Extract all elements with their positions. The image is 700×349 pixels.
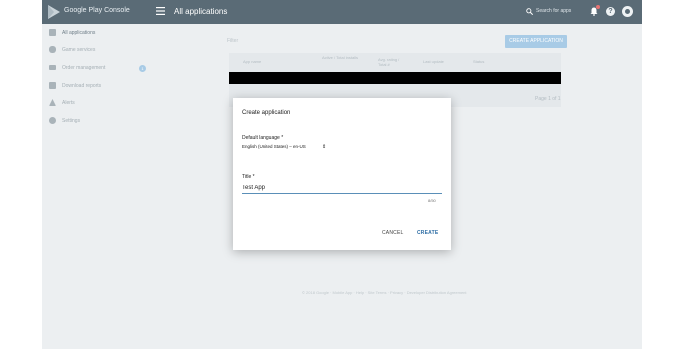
dialog-title: Create application bbox=[242, 110, 291, 116]
sidebar-item-label: Order management bbox=[62, 65, 106, 71]
avatar[interactable] bbox=[622, 6, 633, 17]
default-language-label: Default language * bbox=[242, 135, 284, 141]
page-title: All applications bbox=[174, 7, 228, 16]
menu-icon[interactable] bbox=[156, 7, 165, 15]
title-label: Title * bbox=[242, 174, 255, 180]
sidebar-item-label: Game services bbox=[62, 47, 96, 53]
cancel-button[interactable]: CANCEL bbox=[382, 230, 403, 236]
download-icon bbox=[49, 82, 56, 89]
gamepad-icon bbox=[49, 46, 56, 53]
search-icon[interactable] bbox=[526, 8, 533, 15]
redacted-table-row bbox=[229, 72, 561, 84]
column-header-last-update[interactable]: Last update bbox=[423, 59, 444, 64]
column-header-app-name[interactable]: App name bbox=[243, 59, 261, 64]
column-header-installs[interactable]: Active / Total installs bbox=[322, 55, 366, 60]
create-button[interactable]: CREATE bbox=[417, 230, 438, 236]
pagination-label: Page 1 of 1 bbox=[535, 96, 561, 102]
sidebar: All applications Game services Order man… bbox=[42, 24, 147, 349]
sidebar-item-label: Alerts bbox=[62, 100, 75, 106]
notification-dot bbox=[596, 5, 600, 9]
create-application-dialog: Create application Default language * En… bbox=[233, 98, 451, 250]
play-logo-icon bbox=[48, 5, 60, 19]
sidebar-item-download-reports[interactable]: Download reports bbox=[42, 80, 147, 92]
column-header-status[interactable]: Status bbox=[473, 59, 484, 64]
select-arrows-icon: ⇕ bbox=[322, 144, 327, 150]
screen: Google Play Console All applications Sea… bbox=[0, 0, 700, 349]
search-input[interactable]: Search for apps bbox=[536, 8, 571, 14]
sidebar-item-order-management[interactable]: Order management bbox=[42, 62, 147, 74]
sidebar-item-label: Settings bbox=[62, 118, 81, 124]
create-application-button[interactable]: CREATE APPLICATION bbox=[505, 35, 567, 48]
sidebar-item-alerts[interactable]: Alerts bbox=[42, 97, 147, 109]
filter-dropdown[interactable]: Filter bbox=[227, 38, 238, 44]
brand-name: Google Play Console bbox=[64, 7, 130, 14]
sidebar-item-label: All applications bbox=[62, 30, 96, 36]
warning-icon bbox=[49, 99, 56, 106]
help-icon[interactable]: ? bbox=[606, 7, 615, 16]
character-counter: 8/50 bbox=[428, 198, 436, 203]
top-bar: Google Play Console All applications Sea… bbox=[42, 0, 642, 24]
credit-card-icon bbox=[49, 65, 56, 70]
apps-icon bbox=[49, 29, 56, 36]
order-badge: 1 bbox=[139, 65, 146, 72]
sidebar-item-settings[interactable]: Settings bbox=[42, 115, 147, 127]
gear-icon bbox=[49, 117, 56, 124]
sidebar-item-all-applications[interactable]: All applications bbox=[42, 27, 147, 39]
footer-links: © 2018 Google · Mobile App · Help · Site… bbox=[302, 290, 467, 295]
default-language-select[interactable]: English (United States) – en-US ⇕ bbox=[242, 143, 332, 151]
sidebar-item-label: Download reports bbox=[62, 83, 102, 89]
sidebar-item-game-services[interactable]: Game services bbox=[42, 44, 147, 56]
default-language-value: English (United States) – en-US bbox=[242, 144, 306, 149]
title-input[interactable] bbox=[242, 182, 442, 194]
column-header-rating[interactable]: Avg. rating / Total # bbox=[378, 57, 406, 67]
